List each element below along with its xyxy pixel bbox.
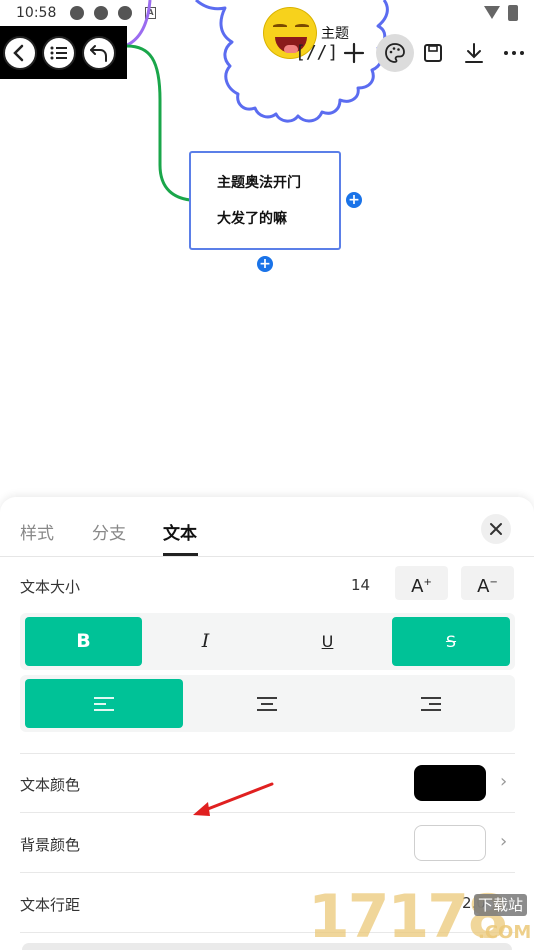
watermark-domain: .COM — [478, 922, 532, 943]
italic-button[interactable]: I — [147, 617, 264, 666]
close-icon — [490, 523, 502, 535]
undo-button[interactable] — [82, 36, 116, 70]
format-tabs: 样式 分支 文本 — [0, 497, 534, 557]
tab-branch[interactable]: 分支 — [92, 519, 126, 544]
watermark-digits: 17178 — [308, 882, 509, 950]
divider — [20, 812, 515, 813]
tab-text[interactable]: 文本 — [163, 519, 197, 544]
align-left-icon — [94, 696, 114, 711]
selected-topic-node[interactable]: 主题奥法开门 大发了的嘛 — [189, 151, 341, 250]
underline-button[interactable]: U — [269, 617, 386, 666]
more-button[interactable] — [495, 34, 533, 72]
watermark: 17178 下载站 .COM — [308, 880, 534, 950]
style-button[interactable] — [376, 34, 414, 72]
plus-icon — [343, 42, 365, 64]
add-sibling-button[interactable]: + — [346, 192, 362, 208]
add-topic-button[interactable] — [335, 34, 373, 72]
undo-icon — [90, 45, 107, 62]
align-center-icon — [257, 696, 277, 711]
background-color-swatch[interactable] — [414, 825, 486, 861]
line-spacing-label: 文本行距 — [20, 896, 81, 914]
background-color-label: 背景颜色 — [20, 836, 81, 854]
navigation-panel — [0, 26, 127, 79]
watermark-badge: 下载站 — [474, 894, 528, 916]
text-size-value: 14 — [351, 576, 371, 594]
formula-button[interactable]: [//] — [295, 34, 338, 72]
branch-connector — [126, 44, 191, 202]
tab-style[interactable]: 样式 — [20, 519, 54, 544]
align-right-icon — [420, 696, 441, 711]
node-text-line: 主题奥法开门 — [217, 175, 301, 191]
text-color-swatch[interactable] — [414, 765, 486, 801]
list-icon — [50, 46, 67, 60]
outline-button[interactable] — [42, 36, 76, 70]
divider — [20, 753, 515, 754]
text-color-label: 文本颜色 — [20, 776, 81, 794]
decrease-size-button[interactable]: A− — [461, 566, 514, 600]
font-style-group: B I U S — [20, 613, 515, 670]
chevron-left-icon — [13, 44, 24, 62]
chevron-right-icon[interactable]: › — [500, 771, 507, 792]
increase-size-button[interactable]: A+ — [395, 566, 448, 600]
text-size-label: 文本大小 — [20, 578, 81, 596]
download-icon — [465, 43, 483, 63]
more-icon — [504, 51, 524, 55]
save-icon — [424, 44, 442, 62]
save-button[interactable] — [414, 34, 452, 72]
palette-icon — [385, 43, 405, 63]
download-button[interactable] — [455, 34, 493, 72]
align-left-button[interactable] — [25, 679, 183, 728]
back-button[interactable] — [3, 36, 37, 70]
strikethrough-button[interactable]: S — [392, 617, 510, 666]
chevron-right-icon[interactable]: › — [500, 831, 507, 852]
align-right-button[interactable] — [351, 679, 510, 728]
divider — [20, 872, 515, 873]
add-child-button[interactable]: + — [257, 256, 273, 272]
close-panel-button[interactable] — [481, 514, 511, 544]
bold-button[interactable]: B — [25, 617, 142, 666]
node-text-line: 大发了的嘛 — [217, 211, 287, 227]
align-center-button[interactable] — [188, 679, 346, 728]
active-tab-indicator — [163, 553, 198, 556]
alignment-group — [20, 675, 515, 732]
